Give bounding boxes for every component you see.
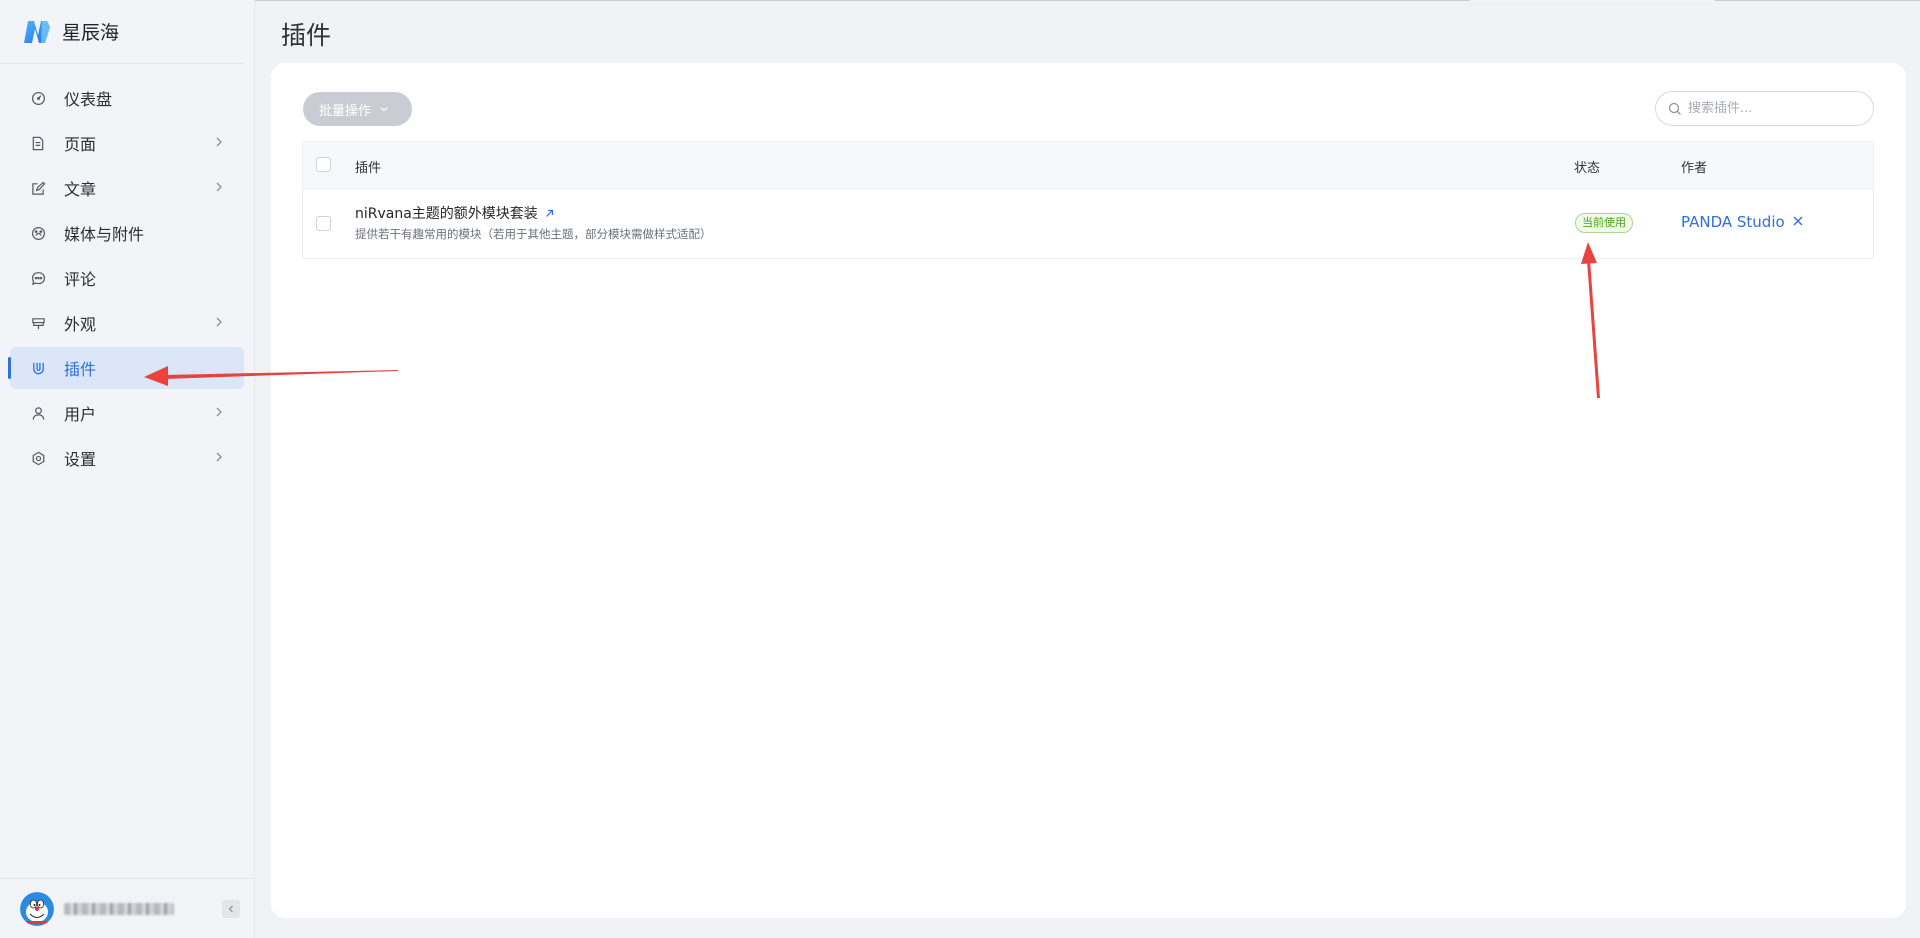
user-icon (30, 405, 46, 421)
plugins-table: 插件 状态 作者 niRvana主题的额外模块套装 提供若干有趣常用的模块（若用… (302, 141, 1874, 259)
brand-name: 星辰海 (62, 22, 120, 44)
sidebar-nav: 仪表盘 页面 文章 媒体与附件 评论 外观 插件 用户 设置 (0, 64, 254, 479)
table-row: niRvana主题的额外模块套装 提供若干有趣常用的模块（若用于其他主题，部分模… (303, 189, 1873, 258)
plugins-card: 批量操作 插件 状态 作者 niRvana主题的额外模块套装 提供若干有趣常用的… (271, 63, 1906, 918)
chevron-right-icon (216, 182, 222, 192)
sidebar-item-label: 设置 (64, 450, 97, 469)
sidebar-item-label: 页面 (64, 135, 97, 154)
table-header: 插件 状态 作者 (303, 142, 1873, 189)
sidebar-item-label: 媒体与附件 (64, 225, 145, 244)
edit-icon (30, 180, 46, 196)
logo-icon (24, 20, 50, 43)
sidebar-item-settings[interactable]: 设置 (10, 437, 244, 479)
sidebar-item-label: 用户 (64, 405, 97, 424)
appearance-icon (30, 315, 46, 331)
sidebar: 星辰海 仪表盘 页面 文章 媒体与附件 评论 外观 插件 用户 设置 (0, 0, 255, 938)
plugin-icon (30, 360, 46, 376)
batch-actions-button[interactable]: 批量操作 (303, 92, 412, 126)
sidebar-item-label: 评论 (64, 270, 97, 289)
search-icon (1668, 102, 1681, 115)
dashboard-icon (30, 90, 46, 106)
author-link[interactable]: PANDA Studio (1681, 213, 1785, 231)
plugin-description: 提供若干有趣常用的模块（若用于其他主题，部分模块需做样式适配） (355, 227, 712, 241)
chevron-right-icon (216, 317, 222, 327)
current-user[interactable] (0, 878, 254, 938)
sidebar-item-comments[interactable]: 评论 (10, 257, 244, 299)
select-all-checkbox[interactable] (316, 157, 331, 172)
status-badge: 当前使用 (1575, 213, 1633, 233)
chevron-down-icon (380, 107, 388, 112)
batch-actions-label: 批量操作 (319, 103, 372, 119)
column-header-plugin: 插件 (355, 161, 382, 176)
sidebar-item-media[interactable]: 媒体与附件 (10, 212, 244, 254)
sidebar-item-pages[interactable]: 页面 (10, 122, 244, 164)
page-title: 插件 (281, 21, 332, 50)
chevron-left-icon (228, 905, 233, 913)
sidebar-item-plugins[interactable]: 插件 (8, 347, 244, 389)
sidebar-item-label: 仪表盘 (64, 90, 113, 109)
collapse-sidebar-button[interactable] (222, 900, 240, 918)
page-icon (30, 135, 46, 151)
sidebar-item-dashboard[interactable]: 仪表盘 (10, 77, 244, 119)
active-indicator (8, 357, 11, 379)
comment-icon (30, 270, 46, 286)
settings-icon (30, 450, 46, 466)
plugin-name: niRvana主题的额外模块套装 (355, 206, 538, 222)
media-icon (30, 225, 46, 241)
chevron-right-icon (216, 407, 222, 417)
plugin-name-link[interactable]: niRvana主题的额外模块套装 (355, 203, 555, 223)
brand[interactable]: 星辰海 (0, 0, 244, 64)
sidebar-item-users[interactable]: 用户 (10, 392, 244, 434)
row-checkbox[interactable] (316, 216, 331, 231)
search-box[interactable] (1655, 91, 1874, 126)
chevron-right-icon (216, 452, 222, 462)
sidebar-item-posts[interactable]: 文章 (10, 167, 244, 209)
sidebar-item-appearance[interactable]: 外观 (10, 302, 244, 344)
user-name-redacted (64, 902, 174, 915)
column-header-status: 状态 (1574, 161, 1601, 176)
close-icon[interactable] (1791, 214, 1805, 228)
avatar (20, 891, 54, 926)
search-input[interactable] (1688, 101, 1858, 116)
sidebar-item-label: 外观 (64, 315, 97, 334)
sidebar-item-label: 插件 (64, 360, 97, 379)
sidebar-item-label: 文章 (64, 180, 97, 199)
column-header-author: 作者 (1681, 161, 1708, 176)
external-link-icon[interactable] (544, 208, 555, 219)
chevron-right-icon (216, 137, 222, 147)
top-border-gap (1470, 0, 1715, 1)
